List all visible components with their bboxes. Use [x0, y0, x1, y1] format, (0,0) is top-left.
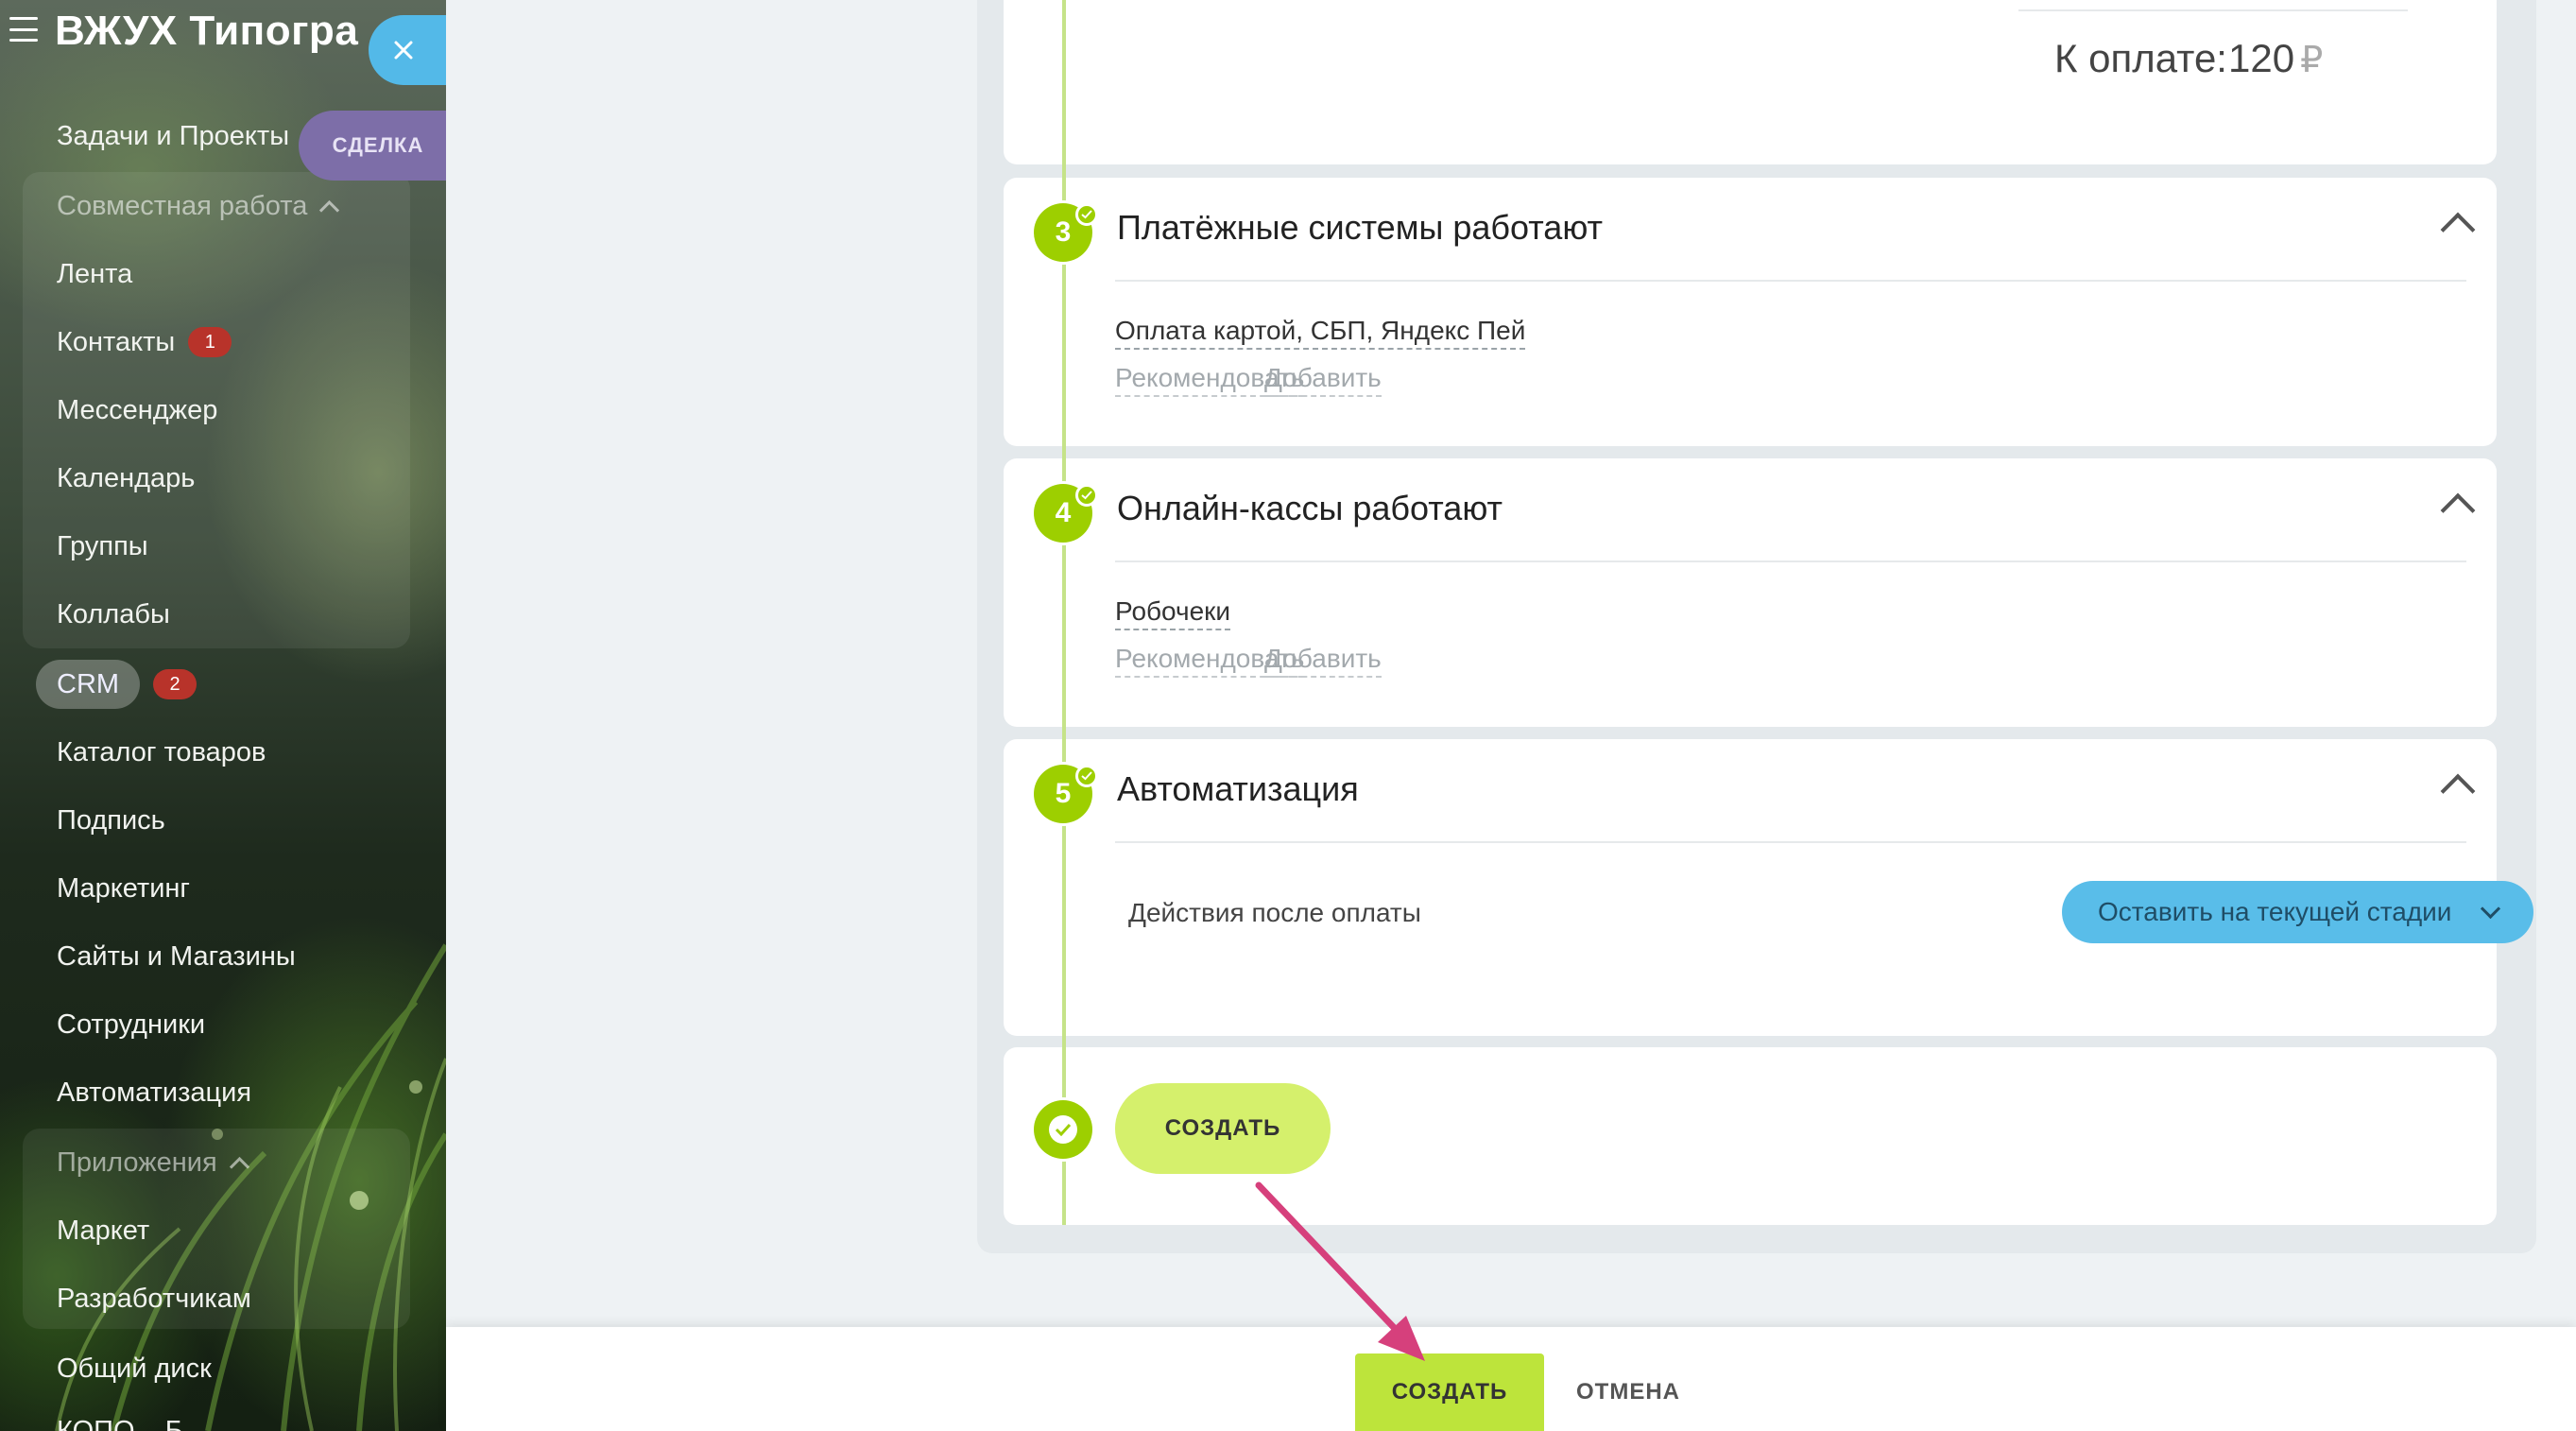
chevron-up-icon — [229, 1156, 249, 1177]
sidebar-item-tasks[interactable]: Задачи и Проекты — [57, 115, 289, 157]
chevron-up-icon[interactable] — [2440, 773, 2476, 809]
chevron-down-icon — [2481, 898, 2501, 919]
create-button[interactable]: СОЗДАТЬ — [1355, 1353, 1544, 1431]
step-card-payment-systems: Платёжные системы работают Оплата картой… — [1004, 178, 2497, 446]
step-divider — [1115, 280, 2466, 282]
sidebar-item-sign[interactable]: Подпись — [57, 800, 165, 841]
cashbox-link[interactable]: Робочеки — [1115, 596, 1231, 630]
sidebar-item-collabs[interactable]: Коллабы — [57, 594, 170, 635]
create-card: СОЗДАТЬ — [1004, 1047, 2497, 1225]
check-icon — [1075, 203, 1098, 226]
step-title: Платёжные системы работают — [1117, 208, 1604, 247]
menu-burger-icon[interactable] — [9, 17, 38, 42]
sidebar-item-marketing[interactable]: Маркетинг — [57, 868, 190, 909]
sidebar-item-more[interactable]: КОПО... Б... — [57, 1410, 206, 1431]
close-slider-button[interactable] — [369, 15, 446, 85]
chevron-up-icon[interactable] — [2440, 492, 2476, 528]
check-icon — [1075, 765, 1098, 787]
sidebar-item-feed[interactable]: Лента — [57, 253, 132, 295]
step-title: Автоматизация — [1117, 769, 1359, 808]
steps-timeline — [1062, 0, 1066, 1225]
deal-slider-tab[interactable]: СДЕЛКА — [299, 111, 446, 181]
check-icon — [1075, 484, 1098, 507]
add-link[interactable]: Добавить — [1264, 644, 1382, 678]
left-sidebar: ВЖУХ Типогра Задачи и Проекты Совместная… — [0, 0, 446, 1431]
chevron-up-icon — [319, 199, 340, 220]
payment-systems-link[interactable]: Оплата картой, СБП, Яндекс Пей — [1115, 316, 1526, 350]
close-icon — [394, 41, 413, 60]
create-pill-button[interactable]: СОЗДАТЬ — [1115, 1083, 1331, 1174]
counter-badge: 1 — [188, 327, 232, 357]
main-content: К оплате: 120 ₽ Платёжные системы работаю… — [446, 0, 2576, 1431]
sidebar-item-groups[interactable]: Группы — [57, 526, 148, 567]
footer-bar: СОЗДАТЬ ОТМЕНА — [446, 1327, 2576, 1431]
sidebar-item-collab[interactable]: Совместная работа — [57, 185, 340, 227]
crm-pill: CRM — [36, 660, 141, 709]
step-card-online-cashbox: Онлайн-кассы работают Робочеки Рекомендо… — [1004, 458, 2497, 727]
step-title: Онлайн-кассы работают — [1117, 489, 1503, 527]
cancel-button[interactable]: ОТМЕНА — [1576, 1353, 1680, 1431]
sidebar-item-calendar[interactable]: Календарь — [57, 457, 195, 499]
summary-divider — [2018, 9, 2408, 11]
sidebar-item-automation[interactable]: Автоматизация — [57, 1072, 251, 1113]
portal-title[interactable]: ВЖУХ Типогра — [55, 8, 358, 55]
stage-select[interactable]: Оставить на текущей стадии — [2062, 881, 2534, 943]
sidebar-item-apps[interactable]: Приложения — [57, 1142, 249, 1183]
currency-sign: ₽ — [2300, 41, 2324, 80]
summary-card: К оплате: 120 ₽ — [1004, 0, 2497, 164]
final-check-icon — [1034, 1100, 1092, 1159]
after-payment-label: Действия после оплаты — [1128, 898, 1421, 927]
sidebar-item-messenger[interactable]: Мессенджер — [57, 389, 217, 431]
sidebar-item-market[interactable]: Маркет — [57, 1210, 149, 1251]
step-card-automation: Автоматизация Действия после оплаты Оста… — [1004, 739, 2534, 1036]
sidebar-item-catalog[interactable]: Каталог товаров — [57, 732, 266, 773]
sidebar-item-drive[interactable]: Общий диск — [57, 1348, 212, 1389]
counter-badge: 2 — [153, 669, 197, 699]
sidebar-item-contacts[interactable]: Контакты 1 — [57, 321, 232, 363]
step-divider — [1115, 841, 2466, 843]
total-value: 120 ₽ — [2228, 36, 2324, 80]
sidebar-item-developers[interactable]: Разработчикам — [57, 1278, 251, 1319]
sidebar-item-employees[interactable]: Сотрудники — [57, 1004, 205, 1045]
total-label: К оплате: — [2054, 36, 2227, 80]
sidebar-item-crm[interactable]: CRM 2 — [36, 660, 197, 709]
step-divider — [1115, 560, 2466, 562]
chevron-up-icon[interactable] — [2440, 212, 2476, 248]
sidebar-item-sites[interactable]: Сайты и Магазины — [57, 936, 296, 977]
add-link[interactable]: Добавить — [1264, 363, 1382, 397]
